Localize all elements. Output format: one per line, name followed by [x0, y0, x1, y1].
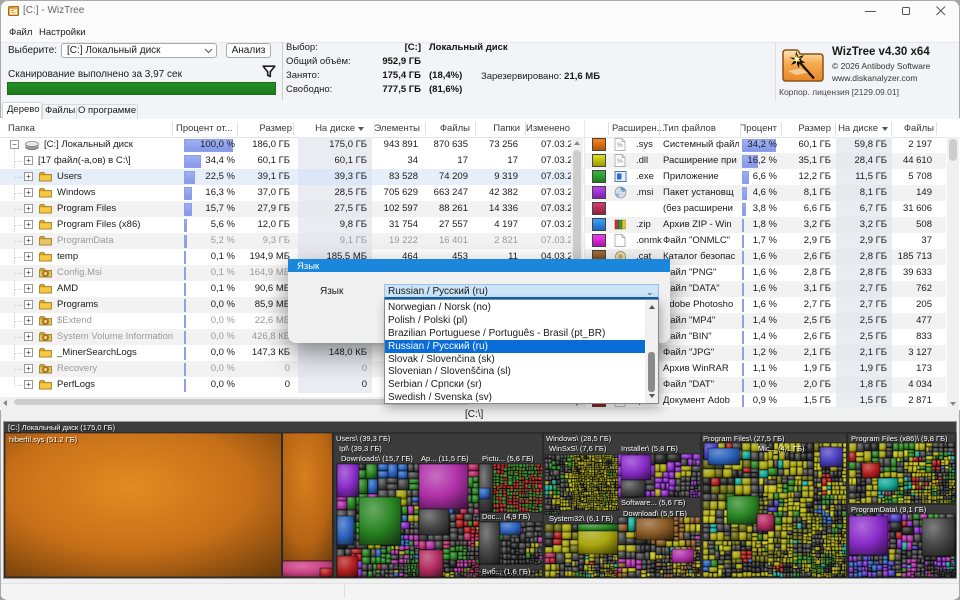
svg-text:Users\ (39,3 ГБ): Users\ (39,3 ГБ)	[336, 434, 391, 443]
svg-text:Pictu... (5,6 ГБ): Pictu... (5,6 ГБ)	[482, 454, 534, 463]
svg-text:Mic... (4,1 ГБ): Mic... (4,1 ГБ)	[758, 444, 805, 453]
svg-text:Software... (5,6 ГБ): Software... (5,6 ГБ)	[621, 498, 686, 507]
svg-text:Program Files (x86)\ (9,8 ГБ): Program Files (x86)\ (9,8 ГБ)	[851, 434, 948, 443]
svg-text:Downloads\ (15,7 ГБ): Downloads\ (15,7 ГБ)	[341, 454, 413, 463]
svg-text:Installer\ (5,8 ГБ): Installer\ (5,8 ГБ)	[621, 444, 678, 453]
svg-text:WinSxS\ (7,6 ГБ): WinSxS\ (7,6 ГБ)	[549, 444, 607, 453]
svg-text:Ipl\ (39,3 ГБ): Ipl\ (39,3 ГБ)	[339, 444, 382, 453]
svg-text:System32\ (6,1 ГБ): System32\ (6,1 ГБ)	[549, 514, 614, 523]
svg-text:Виб... (1,6 ГБ): Виб... (1,6 ГБ)	[482, 567, 531, 576]
svg-text:Download\ (5,5 ГБ): Download\ (5,5 ГБ)	[623, 509, 688, 518]
svg-text:Windows\ (28,5 ГБ): Windows\ (28,5 ГБ)	[546, 434, 612, 443]
svg-text:Doc... (4,9 ГБ): Doc... (4,9 ГБ)	[482, 512, 531, 521]
svg-text:[C:] Локальный диск (175,0 ГБ: [C:] Локальный диск (175,0 ГБ)	[8, 423, 116, 432]
svg-text:ProgramData\ (9,1 ГБ): ProgramData\ (9,1 ГБ)	[851, 505, 927, 514]
svg-text:Program Files\ (27,5 ГБ): Program Files\ (27,5 ГБ)	[703, 434, 785, 443]
svg-text:hiberfil.sys (51.2 ГБ): hiberfil.sys (51.2 ГБ)	[9, 435, 78, 444]
svg-text:Ap... (11,5 ГБ): Ap... (11,5 ГБ)	[421, 454, 469, 463]
